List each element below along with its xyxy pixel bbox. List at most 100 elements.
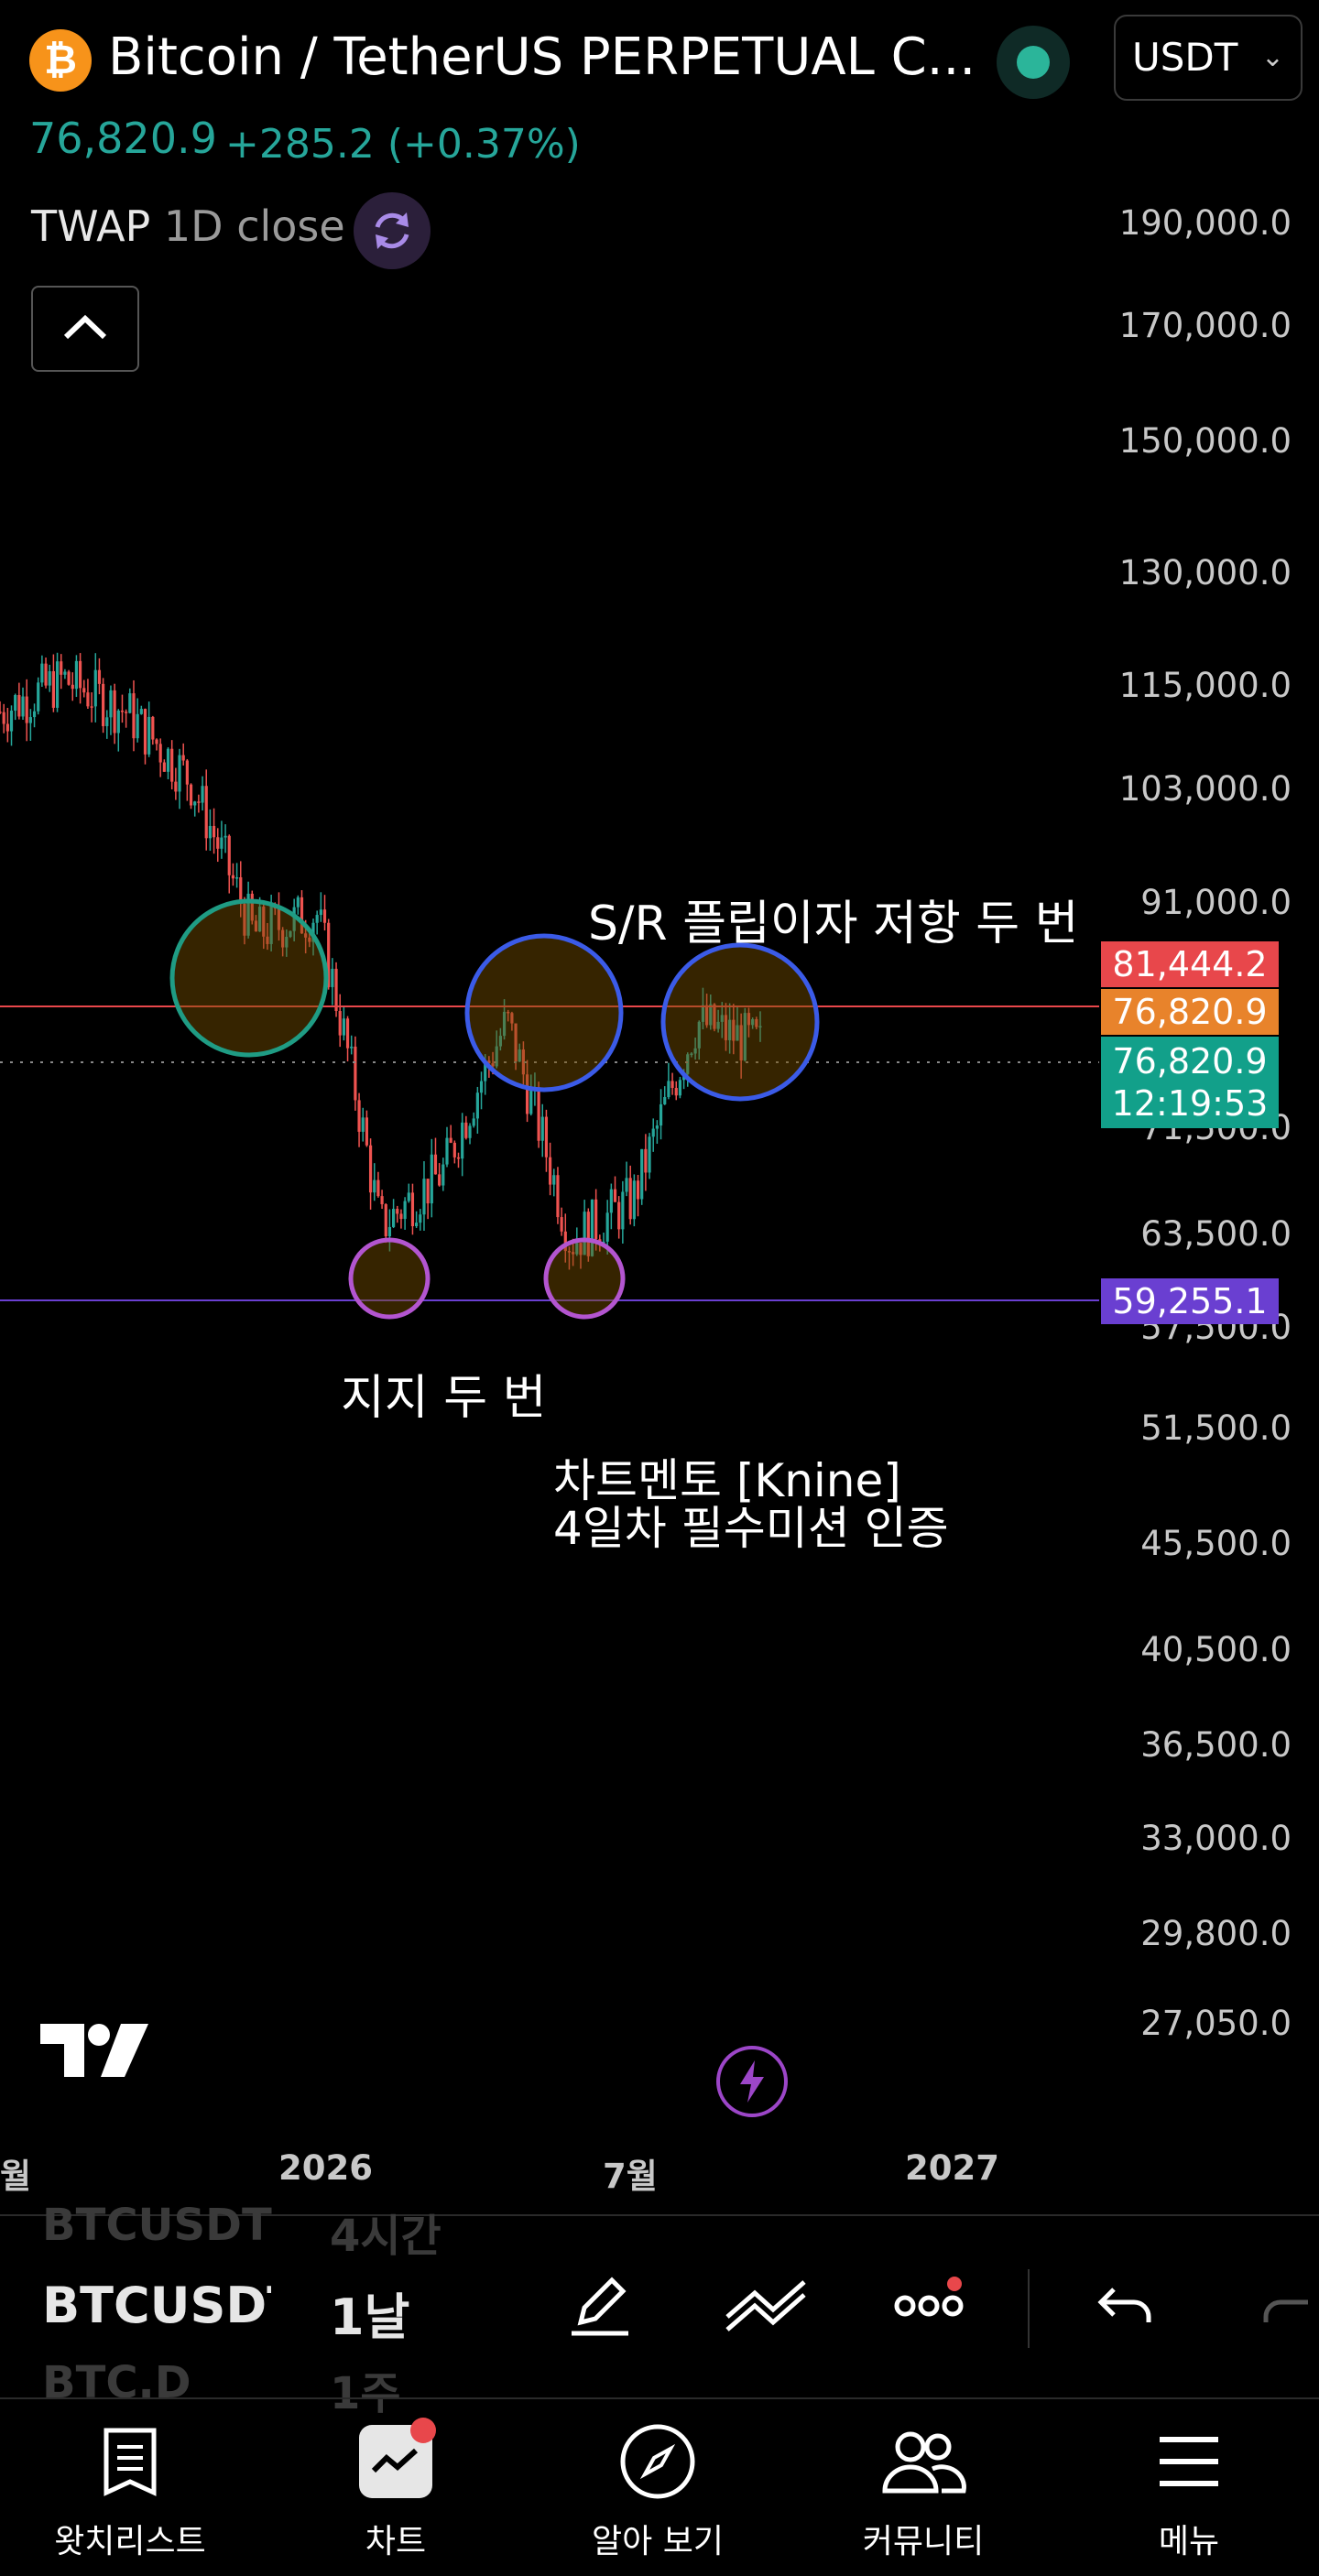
nav-chart[interactable]: 차트 [286,2418,506,2573]
last-price-label: 76,820.9 12:19:53 [1101,1037,1279,1128]
price-tick: 33,000.0 [1140,1819,1292,1858]
candle-body [174,781,178,792]
candle-body [132,693,136,739]
candle-body [549,1157,552,1185]
community-icon [882,2431,966,2494]
candle-body [322,909,327,923]
candle-body [0,712,2,713]
candle-body [387,1226,392,1237]
candle-body [560,1217,563,1232]
candle-body [422,1179,426,1215]
candle-body [644,1148,648,1173]
lightning-icon[interactable] [716,2046,788,2117]
candle-body [71,684,74,690]
candle-body [296,897,300,908]
last-price-value: 76,820.9 [1112,1041,1268,1081]
symbol-selector[interactable]: BTCUSDT [42,2277,271,2334]
symbol-option-next[interactable]: BTC.D [42,2357,191,2408]
circle-purple-1 [348,1237,431,1320]
undo-icon[interactable] [1092,2275,1158,2341]
candle-body [655,1125,659,1129]
candle-body [391,1209,396,1227]
notification-dot-icon [410,2418,436,2443]
candle-body [116,710,120,734]
candle-body [475,1092,479,1119]
candle-body [452,1142,456,1158]
candle-body [380,1196,384,1205]
candle-body [399,1213,403,1220]
candle-body [231,875,235,879]
nav-explore[interactable]: 알아 보기 [548,2418,768,2573]
trend-lines-icon[interactable] [720,2269,812,2342]
candle-body [125,712,128,713]
candle-body [113,690,116,734]
candle-body [621,1191,625,1230]
candle-body [674,1088,678,1096]
candle-body [44,663,48,686]
candle-body [544,1116,549,1158]
candle-body [143,709,147,755]
candle-body [670,1081,674,1089]
candle-body [48,670,51,686]
candle-body [472,1118,475,1126]
nav-community[interactable]: 커뮤니티 [813,2418,1033,2573]
twap-price-label: 76,820.9 [1101,989,1279,1035]
candle-body [9,711,14,732]
price-tick: 190,000.0 [1118,203,1292,243]
more-tools-icon[interactable] [890,2269,973,2342]
candle-body [350,1046,354,1049]
candle-body [556,1175,560,1218]
circle-purple-2 [543,1237,626,1320]
x-tick-2027: 2027 [905,2148,999,2188]
nav-watchlist[interactable]: 왓치리스트 [20,2418,240,2573]
candle-body [552,1175,556,1185]
candle-body [441,1164,445,1186]
price-tick: 150,000.0 [1118,421,1292,461]
pencil-icon[interactable] [564,2269,638,2342]
candle-body [178,755,181,792]
candle-body [216,837,220,849]
candle-body [2,712,5,724]
candle-body [667,1081,670,1097]
interval-option-prev[interactable]: 4시간 [330,2200,441,2264]
price-tick: 51,500.0 [1140,1408,1292,1448]
candle-body [415,1223,419,1227]
price-tick: 130,000.0 [1118,553,1292,592]
candle-body [189,784,193,806]
candle-body [410,1192,415,1227]
redo-icon[interactable] [1262,2275,1319,2341]
candle-body [109,690,113,718]
symbol-option-prev[interactable]: BTCUSDT [42,2200,272,2251]
candle-body [82,688,86,693]
x-tick-july: 7월 [603,2157,658,2196]
candle-body [60,661,63,675]
candle-body [208,825,212,839]
toolbar-divider [1028,2269,1030,2348]
candle-body [651,1128,655,1137]
menu-icon [1160,2437,1218,2486]
candle-body [197,801,201,803]
candle-body [640,1148,644,1200]
interval-option-next[interactable]: 1주 [330,2357,401,2421]
interval-selector[interactable]: 1날 [330,2277,409,2349]
candle-body [334,968,338,1012]
candle-body [449,1137,452,1143]
candle-body [170,748,174,782]
candle-body [166,748,170,772]
candle-body [376,1179,380,1197]
candle-body [617,1201,621,1230]
candle-countdown: 12:19:53 [1111,1083,1269,1124]
candle-body [181,755,185,761]
candle-body [403,1201,407,1220]
tradingview-logo-icon[interactable] [37,2020,152,2081]
candle-body [540,1116,544,1141]
nav-menu[interactable]: 메뉴 [1079,2418,1299,2573]
candle-body [185,760,189,785]
annotation-mentor-line1[interactable]: 차트멘토 [Knine] [553,1456,901,1505]
annotation-support-twice[interactable]: 지지 두 번 [341,1359,546,1428]
candle-body [594,1199,598,1240]
x-tick-month: 월 [0,2157,32,2196]
annotation-sr-flip[interactable]: S/R 플립이자 저항 두 번 [588,885,1079,953]
annotation-mentor-line2[interactable]: 4일차 필수미션 인증 [553,1504,949,1553]
candle-body [120,710,125,712]
